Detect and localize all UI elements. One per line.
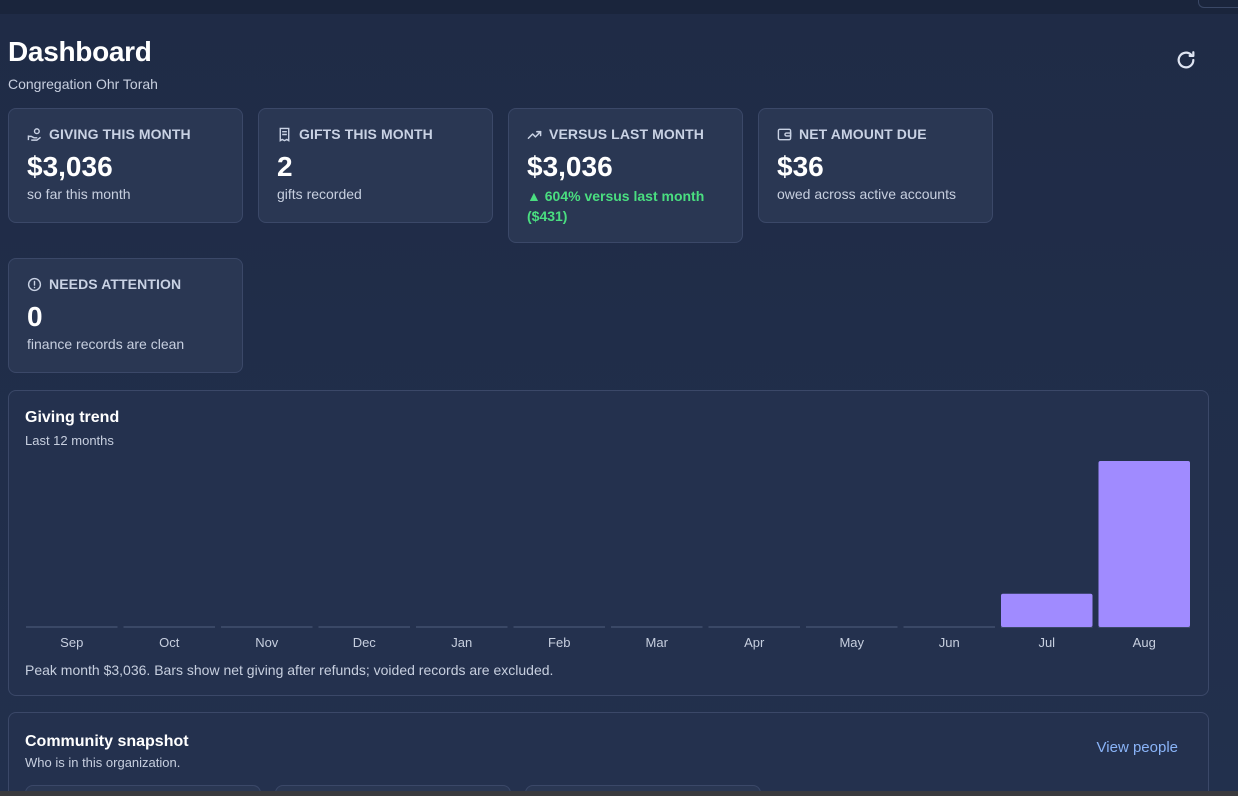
refresh-icon xyxy=(1177,51,1195,69)
taskbar xyxy=(0,791,1238,796)
x-tick-label-may: May xyxy=(839,635,864,650)
bar-baseline-jun xyxy=(903,626,995,628)
needs-attention-card: NEEDS ATTENTION 0 finance records are cl… xyxy=(8,258,243,373)
bar-jul[interactable] xyxy=(1001,593,1093,627)
change-percent: ▲ 604% versus last month xyxy=(527,188,705,204)
card-sub: owed across active accounts xyxy=(777,186,956,202)
previous-amount: ($431) xyxy=(527,208,568,224)
x-tick-label-mar: Mar xyxy=(646,635,669,650)
chart-footnote: Peak month $3,036. Bars show net giving … xyxy=(25,662,554,678)
card-value: $36 xyxy=(777,151,824,182)
bar-aug[interactable] xyxy=(1098,461,1191,627)
community-title: Community snapshot xyxy=(25,733,189,750)
bar-baseline-jan xyxy=(416,626,508,628)
bar-baseline-may xyxy=(806,626,898,628)
net-amount-due-card: NET AMOUNT DUE $36 owed across active ac… xyxy=(758,108,993,223)
needs-attention-label-row: NEEDS ATTENTION xyxy=(27,276,224,292)
x-tick-label-sep: Sep xyxy=(60,635,83,650)
card-value: $3,036 xyxy=(527,151,613,182)
card-value: 2 xyxy=(277,151,293,182)
net-amount-due-label-row: NET AMOUNT DUE xyxy=(777,126,974,142)
card-label: GIFTS THIS MONTH xyxy=(299,126,433,142)
card-value: 0 xyxy=(27,301,43,332)
card-value: $3,036 xyxy=(27,151,113,182)
versus-last-month-card: VERSUS LAST MONTH $3,036 ▲ 604% versus l… xyxy=(508,108,743,243)
hand-coins-icon xyxy=(27,127,42,141)
x-tick-label-nov: Nov xyxy=(255,635,279,650)
x-tick-label-jul: Jul xyxy=(1038,635,1055,650)
giving-this-month-card: GIVING THIS MONTH $3,036 so far this mon… xyxy=(8,108,243,223)
card-sub: gifts recorded xyxy=(277,186,362,202)
change-indicator: ▲ 604% versus last month ($431) xyxy=(527,186,724,226)
gifts-this-month-card: GIFTS THIS MONTH 2 gifts recorded xyxy=(258,108,493,223)
trending-up-icon xyxy=(527,130,542,139)
community-subtitle: Who is in this organization. xyxy=(25,755,181,770)
x-tick-label-aug: Aug xyxy=(1133,635,1156,650)
x-tick-label-dec: Dec xyxy=(353,635,377,650)
top-bar xyxy=(0,0,1238,14)
page-header: Dashboard Congregation Ohr Torah xyxy=(8,36,158,92)
alert-circle-icon xyxy=(27,277,42,291)
bar-baseline-sep xyxy=(26,626,118,628)
bar-baseline-feb xyxy=(513,626,605,628)
card-label: GIVING THIS MONTH xyxy=(49,126,191,142)
community-snapshot-panel: Community snapshot Who is in this organi… xyxy=(8,712,1209,796)
bar-baseline-dec xyxy=(318,626,410,628)
wallet-icon xyxy=(777,128,792,140)
x-tick-label-jan: Jan xyxy=(451,635,472,650)
page-subtitle: Congregation Ohr Torah xyxy=(8,76,158,92)
card-label: NEEDS ATTENTION xyxy=(49,276,182,292)
receipt-icon xyxy=(279,127,290,142)
card-label: VERSUS LAST MONTH xyxy=(549,126,704,142)
x-tick-label-oct: Oct xyxy=(159,635,180,650)
chart-subtitle: Last 12 months xyxy=(25,433,114,448)
view-people-link[interactable]: View people xyxy=(1097,739,1178,756)
x-tick-label-jun: Jun xyxy=(939,635,960,650)
bar-baseline-mar xyxy=(611,626,703,628)
page-title: Dashboard xyxy=(8,36,152,67)
card-sub: finance records are clean xyxy=(27,336,185,352)
bar-baseline-apr xyxy=(708,626,800,628)
versus-last-month-label-row: VERSUS LAST MONTH xyxy=(527,126,724,142)
gifts-this-month-label-row: GIFTS THIS MONTH xyxy=(277,126,474,142)
top-bar-corner xyxy=(1198,0,1238,8)
x-tick-label-apr: Apr xyxy=(744,635,765,650)
bar-baseline-oct xyxy=(123,626,215,628)
x-tick-label-feb: Feb xyxy=(548,635,570,650)
chart-title: Giving trend xyxy=(25,409,120,426)
card-sub: so far this month xyxy=(27,186,131,202)
giving-trend-panel: Giving trend Last 12 months Sep Oct Nov Dec… xyxy=(8,390,1209,696)
giving-this-month-label-row: GIVING THIS MONTH xyxy=(27,126,224,142)
card-label: NET AMOUNT DUE xyxy=(799,126,927,142)
bar-baseline-nov xyxy=(221,626,313,628)
giving-trend-chart: Sep Oct Nov Dec Jan Feb Mar Apr May Jun Jul Aug xyxy=(26,461,1191,650)
refresh-button[interactable] xyxy=(1172,46,1200,74)
